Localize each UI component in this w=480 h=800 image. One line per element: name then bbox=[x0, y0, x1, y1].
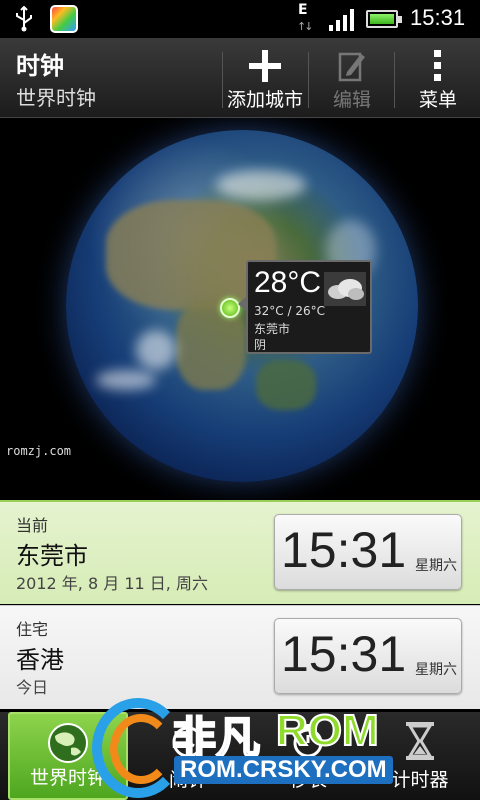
data-activity-icon: ↑↓ bbox=[297, 20, 314, 33]
logo-ring bbox=[110, 714, 172, 784]
weather-range: 32°C / 26°C bbox=[254, 304, 325, 318]
city-category: 当前 bbox=[16, 516, 49, 535]
location-marker[interactable] bbox=[220, 298, 240, 318]
edit-icon bbox=[338, 52, 365, 82]
cloud bbox=[96, 370, 156, 390]
weather-city: 东莞市 bbox=[254, 322, 291, 336]
logo-text-rom: ROM bbox=[275, 705, 380, 756]
overflow-menu-icon bbox=[434, 50, 441, 81]
battery-icon bbox=[366, 10, 402, 28]
weather-condition: 阴 bbox=[254, 338, 267, 352]
plus-icon bbox=[249, 50, 281, 82]
action-bar: 时钟 世界时钟 添加城市 编辑 菜单 bbox=[0, 38, 480, 118]
menu-label: 菜单 bbox=[418, 89, 457, 111]
app-subtitle: 世界时钟 bbox=[16, 86, 96, 110]
world-globe-view[interactable]: 28°C 32°C / 26°C 东莞市 阴 romzj.com bbox=[0, 118, 480, 500]
status-time: 15:31 bbox=[410, 5, 466, 30]
city-time: 15:31 bbox=[281, 626, 407, 682]
city-date: 今日 bbox=[16, 678, 49, 697]
network-type: E bbox=[298, 2, 308, 18]
menu-button[interactable]: 菜单 bbox=[396, 38, 480, 118]
city-date: 2012 年, 8 月 11 日, 周六 bbox=[16, 574, 208, 593]
site-logo-watermark: 非凡 ROM ROM.CRSKY.COM bbox=[92, 698, 408, 800]
app-notification-icon bbox=[50, 5, 78, 33]
add-city-label: 添加城市 bbox=[226, 89, 303, 111]
cloudy-icon bbox=[324, 272, 366, 306]
city-time: 15:31 bbox=[281, 522, 407, 578]
continent bbox=[256, 360, 316, 410]
city-row-home[interactable]: 住宅 香港 今日 15:31 星期六 bbox=[0, 605, 480, 709]
hourglass-icon bbox=[406, 722, 434, 760]
weather-temp: 28°C bbox=[254, 266, 322, 299]
city-clock: 15:31 星期六 bbox=[274, 514, 462, 590]
city-name: 香港 bbox=[16, 646, 64, 674]
signal-icon bbox=[329, 9, 354, 31]
logo-url: ROM.CRSKY.COM bbox=[174, 756, 393, 784]
city-row-current[interactable]: 当前 东莞市 2012 年, 8 月 11 日, 周六 15:31 星期六 bbox=[0, 500, 480, 604]
divider bbox=[394, 52, 395, 108]
edit-button[interactable]: 编辑 bbox=[310, 38, 394, 118]
city-clock: 15:31 星期六 bbox=[274, 618, 462, 694]
status-bar: E ↑↓ 15:31 bbox=[0, 0, 480, 38]
add-city-button[interactable]: 添加城市 bbox=[222, 38, 308, 118]
city-category: 住宅 bbox=[16, 620, 49, 639]
weather-popup[interactable]: 28°C 32°C / 26°C 东莞市 阴 bbox=[238, 260, 372, 354]
cloud bbox=[216, 170, 306, 200]
edit-label: 编辑 bbox=[332, 89, 371, 111]
city-weekday: 星期六 bbox=[415, 662, 457, 678]
cloud bbox=[136, 330, 176, 370]
app-title: 时钟 bbox=[16, 52, 64, 80]
city-weekday: 星期六 bbox=[415, 558, 457, 574]
usb-icon bbox=[16, 6, 32, 32]
city-name: 东莞市 bbox=[16, 542, 88, 570]
globe-icon bbox=[48, 723, 88, 763]
watermark-text: romzj.com bbox=[6, 444, 72, 458]
divider bbox=[308, 52, 309, 108]
